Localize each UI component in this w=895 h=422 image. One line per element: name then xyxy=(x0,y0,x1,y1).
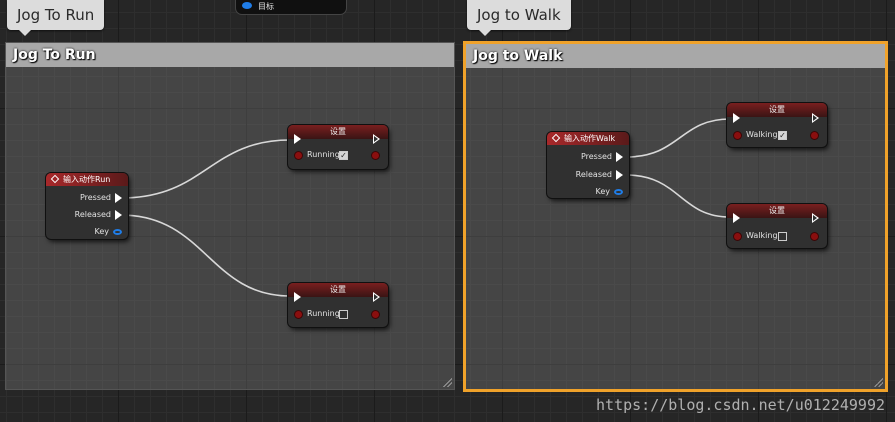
released-label: Released xyxy=(74,210,111,219)
released-exec-pin-icon[interactable] xyxy=(115,210,122,220)
input-action-walk-node[interactable]: 输入动作Walk Pressed Released Key xyxy=(547,132,629,198)
set-running-true-node[interactable]: 设置 Running ✓ xyxy=(288,125,388,169)
key-label: Key xyxy=(595,187,610,196)
key-struct-pin-icon[interactable] xyxy=(113,229,122,235)
bool-out-pin-icon[interactable] xyxy=(811,132,818,139)
exec-wire xyxy=(625,174,731,218)
exec-out-pin-icon[interactable] xyxy=(373,292,380,302)
pressed-exec-pin-icon[interactable] xyxy=(115,193,122,203)
exec-out-pin-icon[interactable] xyxy=(373,134,380,144)
key-struct-pin-icon[interactable] xyxy=(614,189,623,195)
exec-in-pin-icon[interactable] xyxy=(294,292,301,302)
variable-label: Running xyxy=(307,150,340,159)
set-walking-false-node[interactable]: 设置 Walking xyxy=(727,204,827,248)
exec-wire xyxy=(120,214,291,297)
released-exec-pin-icon[interactable] xyxy=(616,170,623,180)
exec-in-pin-icon[interactable] xyxy=(294,134,301,144)
running-checkbox[interactable] xyxy=(339,310,348,319)
variable-label: Walking xyxy=(746,231,778,240)
exec-in-pin-icon[interactable] xyxy=(733,213,740,223)
bool-out-pin-icon[interactable] xyxy=(372,152,379,159)
event-diamond-icon xyxy=(551,133,561,143)
bool-out-pin-icon[interactable] xyxy=(811,233,818,240)
pressed-exec-pin-icon[interactable] xyxy=(616,152,623,162)
event-diamond-icon xyxy=(50,174,60,184)
key-label: Key xyxy=(94,227,109,236)
released-label: Released xyxy=(575,170,612,179)
bool-in-pin-icon[interactable] xyxy=(734,132,741,139)
variable-label: Walking xyxy=(746,130,778,139)
pressed-label: Pressed xyxy=(79,193,111,202)
input-action-run-node[interactable]: 输入动作Run Pressed Released Key xyxy=(46,173,128,239)
set-walking-true-node[interactable]: 设置 Walking ✓ xyxy=(727,103,827,147)
bool-in-pin-icon[interactable] xyxy=(734,233,741,240)
exec-wire xyxy=(120,139,291,199)
exec-out-pin-icon[interactable] xyxy=(812,113,819,123)
set-running-false-node[interactable]: 设置 Running xyxy=(288,283,388,327)
running-checkbox[interactable]: ✓ xyxy=(339,151,348,160)
bool-out-pin-icon[interactable] xyxy=(372,311,379,318)
exec-wire xyxy=(625,118,731,158)
exec-in-pin-icon[interactable] xyxy=(733,113,740,123)
walking-checkbox[interactable]: ✓ xyxy=(778,131,787,140)
node-title: 输入动作Walk xyxy=(564,134,616,143)
variable-label: Running xyxy=(307,309,340,318)
exec-out-pin-icon[interactable] xyxy=(812,213,819,223)
bool-in-pin-icon[interactable] xyxy=(295,311,302,318)
node-title: 输入动作Run xyxy=(63,175,111,184)
bool-in-pin-icon[interactable] xyxy=(295,152,302,159)
pressed-label: Pressed xyxy=(580,152,612,161)
watermark: https://blog.csdn.net/u012249992 xyxy=(596,396,885,414)
walking-checkbox[interactable] xyxy=(778,232,787,241)
